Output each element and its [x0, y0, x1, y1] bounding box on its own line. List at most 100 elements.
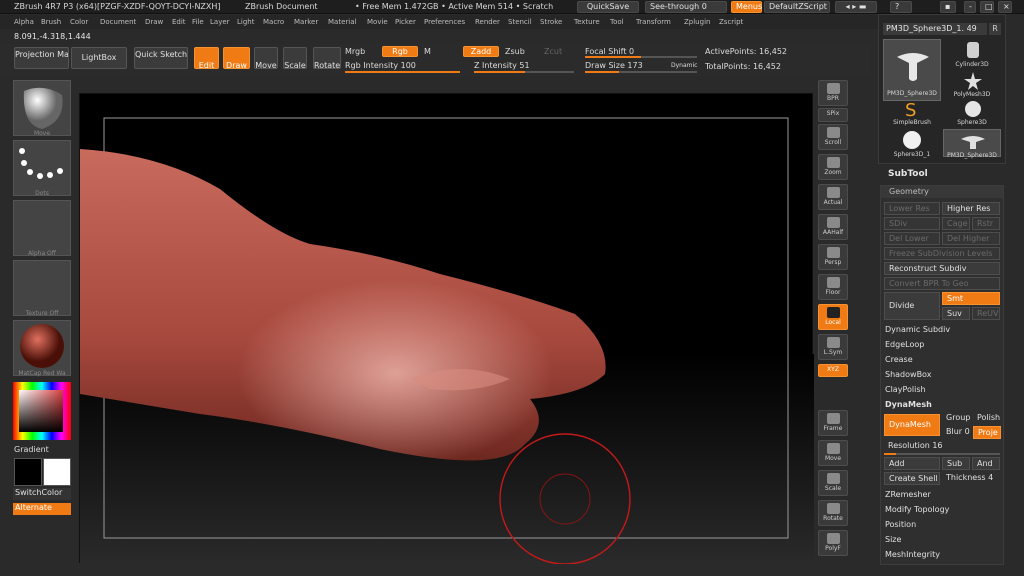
scroll-button[interactable]: Scroll: [818, 124, 848, 150]
reconstruct-subdiv-button[interactable]: Reconstruct Subdiv: [884, 262, 1000, 275]
current-tool-slider[interactable]: PM3D_Sphere3D_1. 49: [883, 23, 987, 35]
alpha-selector[interactable]: [13, 200, 71, 256]
focal-shift-slider[interactable]: [585, 56, 697, 58]
crease-section[interactable]: Crease: [885, 355, 913, 364]
menu-picker[interactable]: Picker: [395, 18, 416, 26]
bpr-button[interactable]: BPR: [818, 80, 848, 106]
menu-brush[interactable]: Brush: [41, 18, 61, 26]
scale-mode-button[interactable]: Scale: [283, 47, 307, 69]
quick-sketch-button[interactable]: Quick Sketch: [134, 47, 188, 69]
dynamesh-button[interactable]: DynaMesh: [884, 414, 940, 436]
geometry-header[interactable]: Geometry: [881, 186, 1003, 198]
menu-draw[interactable]: Draw: [145, 18, 163, 26]
rgb-intensity-slider[interactable]: [345, 71, 460, 73]
switchcolor-button[interactable]: SwitchColor: [13, 488, 71, 500]
menu-file[interactable]: File: [192, 18, 204, 26]
menu-zplugin[interactable]: Zplugin: [684, 18, 710, 26]
rgb-button[interactable]: Rgb: [382, 46, 418, 57]
claypolish-section[interactable]: ClayPolish: [885, 385, 926, 394]
projection-master-button[interactable]: Projection Master: [14, 47, 69, 69]
tool-r-button[interactable]: R: [989, 23, 1001, 35]
aahalf-button[interactable]: AAHalf: [818, 214, 848, 240]
polyf-button[interactable]: PolyF: [818, 530, 848, 556]
zadd-button[interactable]: Zadd: [463, 46, 499, 57]
menu-color[interactable]: Color: [70, 18, 88, 26]
project-toggle[interactable]: Proje: [973, 426, 1001, 439]
size-section[interactable]: Size: [885, 535, 901, 544]
move-view-button[interactable]: Move: [818, 440, 848, 466]
resolution-slider[interactable]: Resolution 16: [884, 440, 1000, 453]
close-icon[interactable]: ×: [998, 1, 1012, 13]
reuv-button[interactable]: ReUV: [972, 307, 1000, 320]
menu-tool[interactable]: Tool: [610, 18, 624, 26]
menu-render[interactable]: Render: [475, 18, 500, 26]
higher-res-button[interactable]: Higher Res: [942, 202, 1000, 215]
cage-button[interactable]: Cage: [942, 217, 970, 230]
thickness-slider[interactable]: Thickness 4: [942, 472, 1000, 485]
menu-preferences[interactable]: Preferences: [424, 18, 465, 26]
zcut-button[interactable]: Zcut: [544, 47, 562, 56]
spix-slider[interactable]: SPix: [818, 108, 848, 122]
freeze-subdivision-button[interactable]: Freeze SubDivision Levels: [884, 247, 1000, 260]
alternate-button[interactable]: Alternate: [13, 503, 71, 515]
layout-icon[interactable]: ▪: [940, 1, 956, 13]
see-through-slider[interactable]: See-through 0: [645, 1, 727, 13]
dynamesh-section[interactable]: DynaMesh: [885, 400, 932, 409]
blur-slider[interactable]: Blur 0: [942, 426, 972, 439]
rotate-view-button[interactable]: Rotate: [818, 500, 848, 526]
menu-material[interactable]: Material: [328, 18, 356, 26]
menu-macro[interactable]: Macro: [263, 18, 284, 26]
menu-movie[interactable]: Movie: [367, 18, 388, 26]
menu-document[interactable]: Document: [100, 18, 136, 26]
menu-stencil[interactable]: Stencil: [508, 18, 532, 26]
group-toggle[interactable]: Group: [942, 412, 972, 425]
lower-res-button[interactable]: Lower Res: [884, 202, 940, 215]
mrgb-button[interactable]: Mrgb: [345, 47, 365, 56]
position-section[interactable]: Position: [885, 520, 916, 529]
menu-transform[interactable]: Transform: [636, 18, 671, 26]
menu-marker[interactable]: Marker: [294, 18, 318, 26]
draw-size-slider[interactable]: [585, 71, 697, 73]
xyz-button[interactable]: XYZ: [818, 364, 848, 377]
floor-button[interactable]: Floor: [818, 274, 848, 300]
help-icon[interactable]: ?: [890, 1, 912, 13]
persp-button[interactable]: Persp: [818, 244, 848, 270]
convert-bpr-button[interactable]: Convert BPR To Geo: [884, 277, 1000, 290]
zsub-button[interactable]: Zsub: [505, 47, 525, 56]
shadowbox-section[interactable]: ShadowBox: [885, 370, 931, 379]
rstr-button[interactable]: Rstr: [972, 217, 1000, 230]
subtool-header[interactable]: SubTool: [880, 165, 1004, 185]
main-color-swatch[interactable]: [14, 458, 42, 486]
menu-layer[interactable]: Layer: [210, 18, 230, 26]
del-lower-button[interactable]: Del Lower: [884, 232, 940, 245]
menu-zscript[interactable]: Zscript: [719, 18, 743, 26]
add-button[interactable]: Add: [884, 457, 940, 470]
edgeloop-section[interactable]: EdgeLoop: [885, 340, 924, 349]
zoom-button[interactable]: Zoom: [818, 154, 848, 180]
brush-selector[interactable]: [13, 80, 71, 136]
menu-light[interactable]: Light: [237, 18, 254, 26]
meshintegrity-section[interactable]: MeshIntegrity: [885, 550, 940, 559]
document-canvas[interactable]: [79, 93, 814, 565]
actual-button[interactable]: Actual: [818, 184, 848, 210]
modify-topology-section[interactable]: Modify Topology: [885, 505, 949, 514]
scale-view-button[interactable]: Scale: [818, 470, 848, 496]
sdiv-slider[interactable]: SDiv: [884, 217, 940, 230]
window-controls-icon[interactable]: ◂ ▸ ▬: [835, 1, 877, 13]
lsym-button[interactable]: L.Sym: [818, 334, 848, 360]
divide-button[interactable]: Divide: [884, 292, 940, 320]
material-selector[interactable]: [13, 320, 71, 376]
menu-alpha[interactable]: Alpha: [14, 18, 34, 26]
secondary-color-swatch[interactable]: [43, 458, 71, 486]
quicksave-button[interactable]: QuickSave: [577, 1, 639, 13]
dynamic-subdiv-section[interactable]: Dynamic Subdiv: [885, 325, 950, 334]
suv-toggle[interactable]: Suv: [942, 307, 970, 320]
z-intensity-slider[interactable]: [474, 71, 574, 73]
default-zscript-button[interactable]: DefaultZScript: [764, 1, 830, 13]
menu-stroke[interactable]: Stroke: [540, 18, 562, 26]
texture-selector[interactable]: [13, 260, 71, 316]
and-button[interactable]: And: [972, 457, 1000, 470]
edit-mode-button[interactable]: Edit: [194, 47, 219, 69]
maximize-icon[interactable]: □: [980, 1, 994, 13]
gradient-label[interactable]: Gradient: [14, 445, 49, 454]
